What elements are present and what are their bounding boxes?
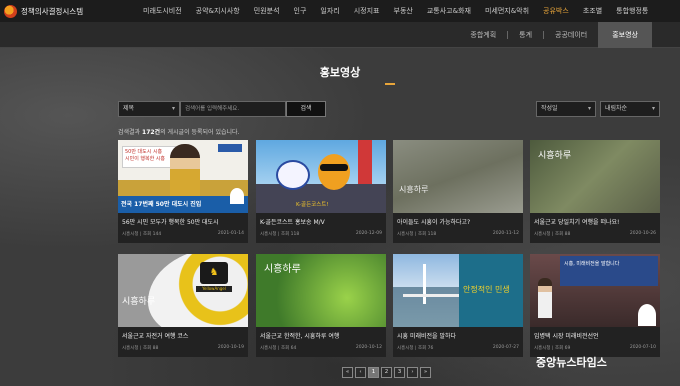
thumb-caption: 시흥하루 <box>538 151 572 161</box>
video-date: 2020-11-12 <box>492 231 519 236</box>
video-card[interactable]: 안정적인 민생 시흥 미래비전을 말하다 시흥시청 | 조회 76 2020-0… <box>393 254 523 357</box>
video-meta: 시흥시청 | 조회 144 <box>122 232 162 237</box>
video-thumbnail[interactable]: 시흥하루 <box>393 140 523 213</box>
menu-item-share-box[interactable]: 공유박스 <box>536 0 576 22</box>
video-thumbnail[interactable]: K-골든코스트! <box>256 140 386 213</box>
prev-page-button[interactable]: ‹ <box>355 367 366 378</box>
video-thumbnail[interactable]: 안정적인 민생 <box>393 254 523 327</box>
thumb-caption: 시흥하루 <box>399 185 429 194</box>
video-title[interactable]: 서울근교 당일치기 여행을 떠나요! <box>534 217 656 226</box>
video-card[interactable]: 시흥하루 서울근교 한적한, 시흥하루 여행 시흥시청 | 조회 64 2020… <box>256 254 386 357</box>
video-thumbnail[interactable]: 시흥하루 <box>256 254 386 327</box>
video-meta: 시흥시청 | 조회 118 <box>260 232 300 237</box>
menu-item-jobs[interactable]: 일자리 <box>313 0 346 22</box>
sub-tab-promo-video[interactable]: 홍보영상 <box>598 22 652 48</box>
video-date: 2020-12-09 <box>355 231 382 236</box>
search-input[interactable]: 검색어를 입력해주세요. <box>180 101 286 117</box>
video-meta: 시흥시청 | 조회 69 <box>534 346 571 351</box>
page-1-button[interactable]: 1 <box>368 367 379 378</box>
thumb-caption: 전국 17번째 50만 대도시 진입 <box>118 196 248 213</box>
video-meta: 시흥시청 | 조회 118 <box>397 232 437 237</box>
logo-icon <box>4 4 17 18</box>
logo-text: 정책의사결정시스템 <box>21 6 84 16</box>
page-2-button[interactable]: 2 <box>381 367 392 378</box>
logo[interactable]: 정책의사결정시스템 <box>0 4 120 18</box>
video-date: 2020-10-12 <box>355 345 382 350</box>
sub-nav-bar: 종합계획 통계 공공데이터 홍보영상 <box>0 22 680 48</box>
sub-nav: 종합계획 통계 공공데이터 홍보영상 <box>459 22 652 48</box>
video-card[interactable]: 50만 대도시 시흥 시민이 행복한 시흥 전국 17번째 50만 대도시 진입 … <box>118 140 248 243</box>
menu-item-real-estate[interactable]: 부동산 <box>387 0 420 22</box>
video-thumbnail[interactable]: 시흥, 미래비전을 말합니다 <box>530 254 660 327</box>
video-card[interactable]: 시흥하루 아이들도 시흥이 가능하다고? 시흥시청 | 조회 118 2020-… <box>393 140 523 243</box>
video-thumbnail[interactable]: 50만 대도시 시흥 시민이 행복한 시흥 전국 17번째 50만 대도시 진입 <box>118 140 248 213</box>
thumb-caption: 시흥하루 <box>264 264 301 275</box>
video-date: 2020-07-10 <box>629 345 656 350</box>
page-title: 홍보영상 <box>319 66 361 79</box>
sub-tab-public-data[interactable]: 공공데이터 <box>544 22 598 48</box>
first-page-button[interactable]: « <box>342 367 353 378</box>
video-date: 2021-01-14 <box>217 231 244 236</box>
main-menu: 미래도시비전 공약&지시사항 민원분석 인구 일자리 시정지표 부동산 교통사고… <box>136 0 655 22</box>
video-card[interactable]: K-골든코스트! K-골든코스트 홍보송 M/V 시흥시청 | 조회 118 2… <box>256 140 386 243</box>
video-card[interactable]: ♞ YellowAngel 시흥하루 서울근교 자전거 여행 코스 시흥시청 |… <box>118 254 248 357</box>
search-button[interactable]: 검색 <box>286 101 326 117</box>
pagination: « ‹ 1 2 3 › » <box>342 367 431 378</box>
video-meta: 시흥시청 | 조회 88 <box>534 232 571 237</box>
video-card[interactable]: 시흥, 미래비전을 말합니다 임병택 시장 미래비전선언 시흥시청 | 조회 6… <box>530 254 660 357</box>
video-date: 2020-07-27 <box>492 345 519 350</box>
video-title[interactable]: 서울근교 자전거 여행 코스 <box>122 331 244 340</box>
video-title[interactable]: 서울근교 한적한, 시흥하루 여행 <box>260 331 382 340</box>
order-select[interactable]: 내림차순 <box>600 101 660 117</box>
menu-item-traffic-fire[interactable]: 교통사고&화재 <box>420 0 478 22</box>
menu-item-integrated[interactable]: 통합행정통 <box>609 0 655 22</box>
result-number: 172 <box>142 129 155 136</box>
next-page-button[interactable]: › <box>407 367 418 378</box>
thumb-caption: K-골든코스트! <box>296 202 329 208</box>
video-date: 2020-10-19 <box>217 345 244 350</box>
result-suffix: 의 게시글이 등록되어 있습니다. <box>160 129 240 136</box>
menu-item-fine-dust[interactable]: 미세먼지&악취 <box>478 0 536 22</box>
video-meta: 시흥시청 | 조회 88 <box>122 346 159 351</box>
result-count: 검색결과 172건의 게시글이 등록되어 있습니다. <box>118 129 240 136</box>
thumb-caption: 안정적인 민생 <box>463 285 510 294</box>
video-title[interactable]: 아이들도 시흥이 가능하다고? <box>397 217 519 226</box>
sub-tab-plan[interactable]: 종합계획 <box>459 22 507 48</box>
video-meta: 시흥시청 | 조회 76 <box>397 346 434 351</box>
menu-item-indicators[interactable]: 시정지표 <box>347 0 387 22</box>
sub-tab-stats[interactable]: 통계 <box>508 22 543 48</box>
video-title[interactable]: 임병택 시장 미래비전선언 <box>534 331 656 340</box>
video-thumbnail[interactable]: 시흥하루 <box>530 140 660 213</box>
video-title[interactable]: 56만 시민 모두가 행복한 50만 대도시 <box>122 217 244 226</box>
top-nav: 정책의사결정시스템 미래도시비전 공약&지시사항 민원분석 인구 일자리 시정지… <box>0 0 680 22</box>
search-category-select[interactable]: 제목 <box>118 101 180 117</box>
thumb-caption: 시흥하루 <box>122 297 156 307</box>
video-card[interactable]: 시흥하루 서울근교 당일치기 여행을 떠나요! 시흥시청 | 조회 88 202… <box>530 140 660 243</box>
thumb-caption: 시흥, 미래비전을 말합니다 <box>564 261 620 267</box>
result-prefix: 검색결과 <box>118 129 141 136</box>
page-3-button[interactable]: 3 <box>394 367 405 378</box>
menu-item-population[interactable]: 인구 <box>287 0 314 22</box>
video-date: 2020-10-26 <box>629 231 656 236</box>
menu-item-pledges[interactable]: 공약&지시사항 <box>189 0 247 22</box>
video-meta: 시흥시청 | 조회 64 <box>260 346 297 351</box>
last-page-button[interactable]: » <box>420 367 431 378</box>
menu-item-complaints[interactable]: 민원분석 <box>247 0 287 22</box>
video-title[interactable]: 시흥 미래비전을 말하다 <box>397 331 519 340</box>
video-title[interactable]: K-골든코스트 홍보송 M/V <box>260 217 382 226</box>
menu-item-future-vision[interactable]: 미래도시비전 <box>136 0 189 22</box>
sort-select[interactable]: 작성일 <box>536 101 596 117</box>
title-underline <box>385 83 395 85</box>
watermark: 중앙뉴스타임스 <box>536 356 607 369</box>
menu-item-chojo[interactable]: 초조별 <box>576 0 609 22</box>
video-thumbnail[interactable]: ♞ YellowAngel 시흥하루 <box>118 254 248 327</box>
